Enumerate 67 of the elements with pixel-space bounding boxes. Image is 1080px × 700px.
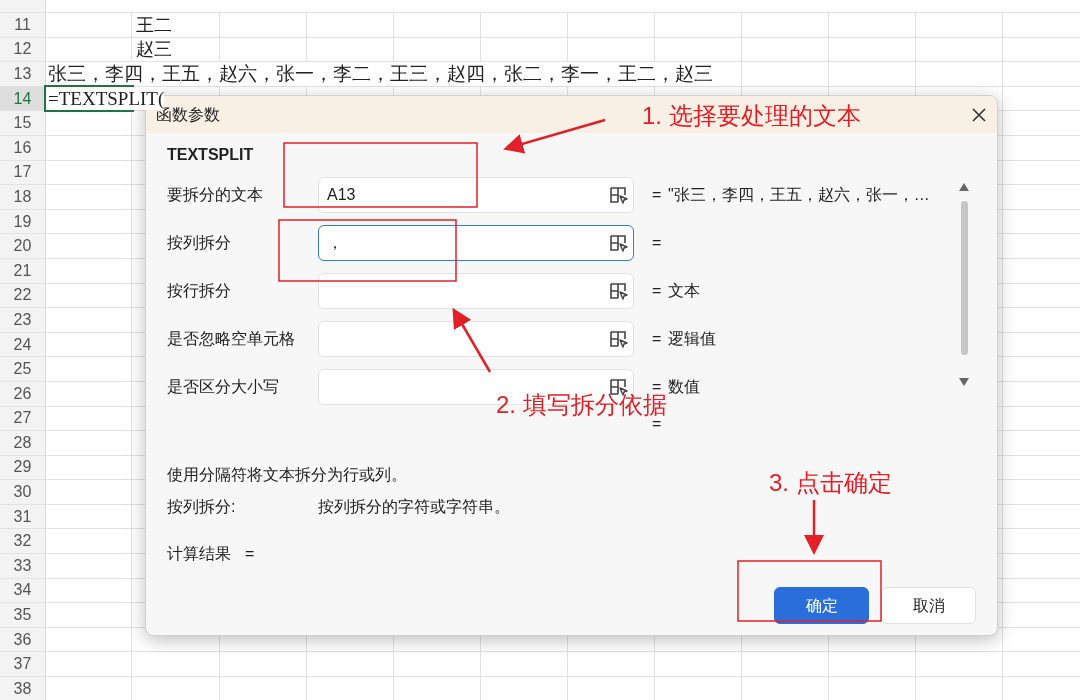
row-header[interactable]: 28 [0, 431, 46, 455]
grid-pointer-icon[interactable] [609, 281, 629, 301]
row-header[interactable]: 18 [0, 185, 46, 209]
argument-label: 按列拆分 [167, 233, 232, 253]
row-header[interactable]: 21 [0, 258, 46, 283]
cell-text: 赵三 [136, 38, 172, 62]
cell-text: 张三，李四，王五，赵六，张一，李二，王三，赵四，张二，李一，王二，赵三 [48, 62, 713, 86]
equals-sign: = [245, 544, 255, 564]
row-header[interactable]: 27 [0, 406, 46, 431]
row-header[interactable]: 34 [0, 578, 46, 603]
cancel-button[interactable]: 取消 [881, 587, 976, 624]
equals-sign: = [652, 185, 663, 205]
row-header[interactable]: 37 [0, 652, 46, 677]
row-header[interactable]: 13 [0, 62, 46, 86]
close-icon[interactable] [971, 106, 987, 123]
row-header[interactable]: 16 [0, 135, 46, 160]
equals-sign: = [652, 233, 663, 253]
argument-field[interactable]: ， [318, 225, 634, 261]
annotation-text: 3. 点击确定 [769, 468, 892, 498]
argument-field[interactable]: A13 [318, 177, 634, 213]
row-header[interactable]: 12 [0, 37, 46, 62]
arrow [804, 500, 824, 555]
row-header[interactable]: 17 [0, 160, 46, 185]
function-description: 使用分隔符将文本拆分为行或列。 [167, 465, 407, 485]
row-header[interactable]: 35 [0, 603, 46, 627]
row-header[interactable]: 25 [0, 357, 46, 381]
argument-label: 按行拆分 [167, 281, 232, 301]
argument-label: 是否忽略空单元格 [167, 329, 296, 349]
result-label: 计算结果 [167, 544, 231, 564]
arrow [452, 307, 492, 373]
row-header[interactable]: 22 [0, 283, 46, 308]
scroll-up-icon[interactable] [959, 183, 969, 191]
row-header[interactable]: 29 [0, 455, 46, 480]
ok-button[interactable]: 确定 [774, 587, 869, 624]
argument-field[interactable] [318, 273, 634, 309]
row-header[interactable]: 31 [0, 504, 46, 529]
equals-sign: = [652, 281, 663, 301]
grid-pointer-icon[interactable] [609, 233, 629, 253]
row-header[interactable]: 11 [0, 13, 46, 37]
scrollbar-thumb[interactable] [960, 201, 968, 355]
row-header[interactable]: 23 [0, 308, 46, 332]
scroll-down-icon[interactable] [959, 378, 969, 386]
row-header[interactable]: 15 [0, 111, 46, 135]
row-header[interactable]: 30 [0, 480, 46, 504]
row-header[interactable]: 32 [0, 529, 46, 554]
argument-result: 文本 [668, 281, 700, 301]
row-header[interactable]: 24 [0, 332, 46, 357]
row-header[interactable]: 20 [0, 234, 46, 258]
argument-result: 逻辑值 [668, 329, 716, 349]
row-header[interactable]: 26 [0, 381, 46, 406]
grid-pointer-icon[interactable] [609, 185, 629, 205]
argument-result: 数值 [668, 377, 700, 397]
grid-pointer-icon[interactable] [609, 329, 629, 349]
row-header[interactable]: 38 [0, 677, 46, 700]
cell-text: 王二 [136, 13, 172, 37]
argument-label: 要拆分的文本 [167, 185, 264, 205]
row-header[interactable]: 36 [0, 627, 46, 652]
function-name: TEXTSPLIT [167, 145, 255, 165]
argument-field[interactable] [318, 321, 634, 357]
argument-label: 是否区分大小写 [167, 377, 280, 397]
row-header[interactable]: 19 [0, 209, 46, 234]
argument-help-name: 按列拆分: [167, 497, 237, 517]
equals-sign: = [652, 329, 663, 349]
argument-result: "张三，李四，王五，赵六，张一，… [668, 185, 930, 205]
annotation-text: 1. 选择要处理的文本 [642, 101, 861, 131]
argument-help-text: 按列拆分的字符或字符串。 [318, 497, 510, 517]
row-header[interactable]: 33 [0, 554, 46, 578]
